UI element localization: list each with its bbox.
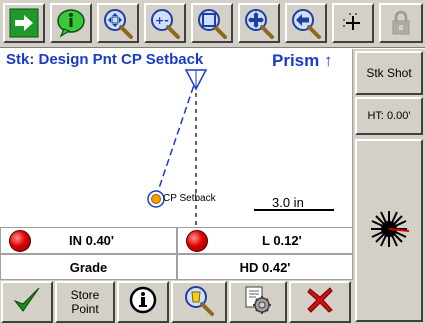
grade-label: Grade [69,259,108,275]
info-button[interactable] [117,281,169,323]
red-indicator-icon [186,229,208,252]
settings-gear-icon [242,284,274,321]
store-point-label-line2: Point [71,302,99,316]
hd-cell: HD 0.42' [177,254,353,280]
zoom-window-icon [196,7,228,39]
locate-button[interactable] [171,281,227,323]
scale-label: 3.0 in [272,195,304,210]
zoom-locate-icon [183,284,215,321]
l-status-cell: L 0.12' [177,227,353,254]
design-point-label: CP Setback [163,193,216,204]
stk-shot-button[interactable]: Stk Shot [355,51,423,95]
zoom-previous-icon [290,7,322,39]
checkmark-icon [12,285,42,320]
zoom-previous-button[interactable] [285,3,327,43]
arrow-right-icon [9,8,39,38]
info-bubble-icon [55,8,87,38]
store-point-label-line1: Store [70,288,100,302]
settings-button[interactable] [229,281,287,323]
prism-label-text: Prism [272,51,320,70]
arrow-up-icon: ↑ [323,51,333,70]
next-button[interactable] [3,3,45,43]
l-value: L 0.12' [262,233,302,248]
zoom-extents-button[interactable] [97,3,139,43]
red-indicator-icon [9,229,31,252]
red-x-icon [305,285,335,320]
starburst-instrument-icon [367,207,411,254]
direction-line [155,78,197,198]
zoom-out-button[interactable]: +- [144,3,186,43]
lock-icon [390,10,412,36]
pan-button[interactable] [238,3,280,43]
prism-label: Prism ↑ [272,51,332,71]
hd-value: HD 0.42' [239,259,291,275]
info-circle-icon [128,285,158,320]
zoom-window-button[interactable] [191,3,233,43]
target-plus-button[interactable] [332,3,374,43]
zoom-extents-icon [102,7,134,39]
cancel-button[interactable] [289,281,351,323]
accept-button[interactable] [1,281,53,323]
svg-text:+-: +- [155,14,169,27]
in-value: IN 0.40' [69,233,115,248]
pan-icon [243,7,275,39]
instrument-button[interactable] [355,139,423,322]
info-bubble-button[interactable] [50,3,92,43]
stakeout-title: Stk: Design Pnt CP Setback [6,51,204,68]
zoom-out-icon: +- [149,7,181,39]
store-point-button[interactable]: Store Point [55,281,115,323]
lock-button[interactable] [379,3,423,43]
height-button[interactable]: HT: 0.00' [355,97,423,135]
target-plus-icon [341,11,365,35]
in-status-cell: IN 0.40' [0,227,177,254]
grade-cell: Grade [0,254,177,280]
